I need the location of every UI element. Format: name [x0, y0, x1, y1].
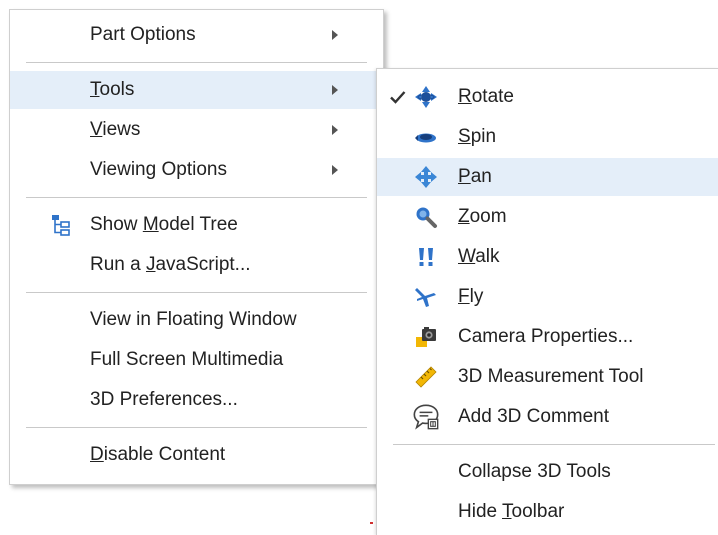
submenu-item-label: Camera Properties... — [458, 326, 634, 347]
submenu-arrow-icon — [332, 30, 338, 40]
menu-item-3d-preferences[interactable]: 3D Preferences... — [10, 381, 383, 419]
background-mark — [370, 522, 373, 524]
submenu-arrow-icon — [332, 125, 338, 135]
submenu-item-rotate[interactable]: Rotate — [377, 78, 718, 116]
rotate-icon — [415, 86, 437, 108]
tools-submenu: Rotate Spin Pan Zoom Walk Fly Camera Pro… — [376, 68, 718, 535]
zoom-icon — [416, 207, 437, 228]
menu-item-views[interactable]: Views — [10, 111, 383, 149]
pan-icon — [415, 166, 437, 188]
submenu-item-label: Pan — [458, 166, 492, 187]
menu-item-label: View in Floating Window — [90, 309, 297, 330]
submenu-item-label: Walk — [458, 246, 500, 267]
submenu-item-hide-toolbar[interactable]: Hide Toolbar — [377, 493, 718, 531]
submenu-item-label: Hide Toolbar — [458, 501, 565, 522]
fly-icon — [415, 288, 436, 307]
camera-icon — [416, 327, 436, 347]
menu-item-label: Views — [90, 119, 141, 140]
menu-item-view-floating-window[interactable]: View in Floating Window — [10, 301, 383, 339]
submenu-item-walk[interactable]: Walk — [377, 238, 718, 276]
submenu-item-camera-properties[interactable]: Camera Properties... — [377, 318, 718, 356]
menu-item-part-options[interactable]: Part Options — [10, 16, 383, 54]
submenu-item-label: Collapse 3D Tools — [458, 461, 611, 482]
checkmark-icon — [390, 91, 406, 104]
submenu-item-3d-measurement-tool[interactable]: 3D Measurement Tool — [377, 358, 718, 396]
model-tree-icon — [52, 215, 70, 236]
menu-separator — [393, 444, 715, 445]
submenu-arrow-icon — [332, 165, 338, 175]
spin-icon — [415, 133, 436, 143]
menu-item-viewing-options[interactable]: Viewing Options — [10, 151, 383, 189]
menu-item-label: Tools — [90, 79, 135, 100]
walk-icon — [419, 248, 433, 266]
submenu-item-label: 3D Measurement Tool — [458, 366, 644, 387]
menu-item-label: Full Screen Multimedia — [90, 349, 284, 370]
submenu-item-label: Rotate — [458, 86, 514, 107]
submenu-item-fly[interactable]: Fly — [377, 278, 718, 316]
menu-separator — [26, 427, 367, 428]
menu-item-label: 3D Preferences... — [90, 389, 238, 410]
menu-item-label: Show Model Tree — [90, 214, 238, 235]
submenu-item-label: Spin — [458, 126, 497, 147]
submenu-item-spin[interactable]: Spin — [377, 118, 718, 156]
submenu-item-zoom[interactable]: Zoom — [377, 198, 718, 236]
menu-item-label: Run a JavaScript... — [90, 254, 251, 275]
submenu-item-label: Zoom — [458, 206, 507, 227]
menu-separator — [26, 62, 367, 63]
submenu-arrow-icon — [332, 85, 338, 95]
context-menu: Part Options Tools Views Viewing Options… — [9, 9, 384, 485]
menu-item-tools[interactable]: Tools — [10, 71, 383, 109]
menu-item-disable-content[interactable]: Disable Content — [10, 436, 383, 474]
comment-icon — [413, 404, 439, 430]
menu-item-full-screen-multimedia[interactable]: Full Screen Multimedia — [10, 341, 383, 379]
menu-item-run-javascript[interactable]: Run a JavaScript... — [10, 246, 383, 284]
submenu-item-collapse-3d-tools[interactable]: Collapse 3D Tools — [377, 453, 718, 491]
menu-item-label: Viewing Options — [90, 159, 227, 180]
menu-item-show-model-tree[interactable]: Show Model Tree — [10, 206, 383, 244]
menu-separator — [26, 292, 367, 293]
menu-separator — [26, 197, 367, 198]
submenu-item-add-3d-comment[interactable]: Add 3D Comment — [377, 398, 718, 436]
submenu-item-label: Add 3D Comment — [458, 406, 610, 427]
menu-item-label: Part Options — [90, 24, 196, 45]
submenu-item-pan[interactable]: Pan — [377, 158, 718, 196]
menu-item-label: Disable Content — [90, 444, 226, 465]
ruler-icon — [415, 366, 437, 388]
submenu-item-label: Fly — [458, 286, 484, 307]
